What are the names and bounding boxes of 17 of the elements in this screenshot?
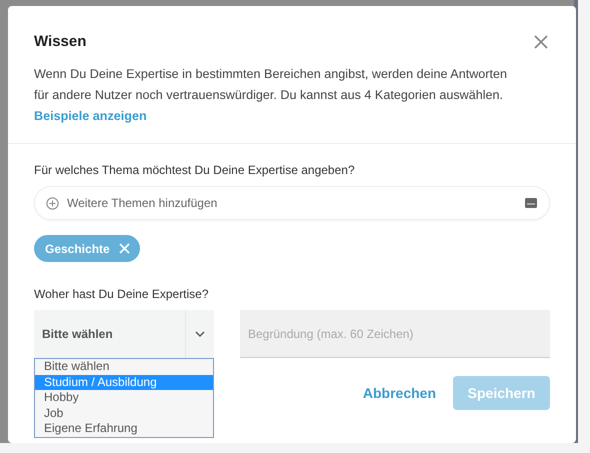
question-label: Für welches Thema möchtest Du Deine Expertise angeben? <box>34 163 356 177</box>
add-icon <box>46 197 59 210</box>
question-label: Woher hast Du Deine Expertise? <box>34 287 210 301</box>
dropdown-option[interactable]: Hobby <box>35 390 213 406</box>
keyboard-icon[interactable] <box>525 198 537 208</box>
dropdown-option[interactable]: Eigene Erfahrung <box>35 421 213 437</box>
close-icon[interactable] <box>534 34 548 48</box>
remove-icon[interactable] <box>118 243 130 254</box>
dialog-title: Wissen <box>34 33 86 50</box>
chevron-down-icon <box>195 331 205 337</box>
reason-field[interactable]: Begründung (max. 60 Zeichen) <box>240 310 550 358</box>
topic-field[interactable]: Weitere Themen hinzufügen <box>34 186 550 220</box>
description: Wenn Du Deine Expertise in bestimmten Bereichen angibst, werden deine Antworten für andere Nutzer noch vertrauenswürdiger. Du kannst aus 4 Kategorien auswählen. Beispiele anzeigen <box>34 66 508 125</box>
tag-label: Geschichte <box>45 242 110 256</box>
dropdown-option[interactable]: Bitte wählen <box>35 359 213 375</box>
source-select[interactable]: Bitte wählen <box>34 310 214 358</box>
dropdown-option[interactable]: Job <box>35 406 213 422</box>
